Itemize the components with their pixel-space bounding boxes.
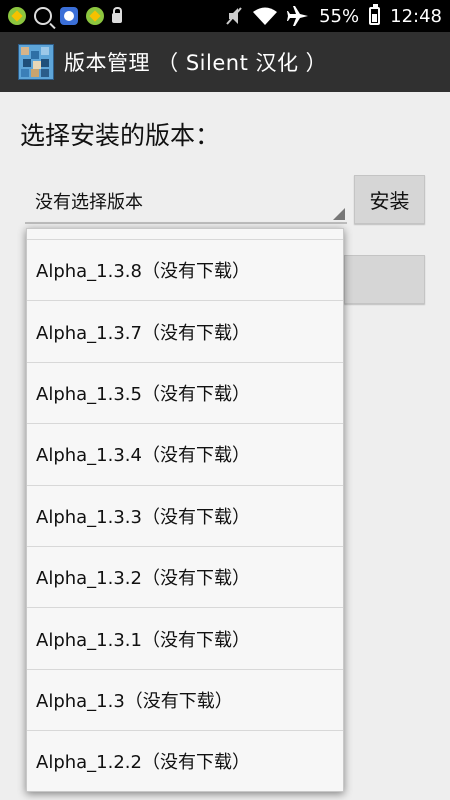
clock: 12:48	[390, 5, 442, 27]
version-dropdown-list[interactable]: Alpha_1.3.8（没有下载） Alpha_1.3.7（没有下载） Alph…	[26, 228, 344, 792]
search-icon	[34, 7, 52, 25]
list-item[interactable]: Alpha_1.3.2（没有下载）	[27, 547, 343, 609]
list-item-partial[interactable]	[27, 229, 343, 240]
notification-icons	[8, 5, 122, 27]
green-app-icon	[8, 7, 26, 25]
battery-icon	[369, 4, 381, 25]
wifi-icon	[253, 7, 278, 25]
install-button[interactable]: 安装	[354, 175, 425, 224]
list-item[interactable]: Alpha_1.3.3（没有下载）	[27, 486, 343, 547]
baidu-icon	[60, 7, 78, 25]
dropdown-arrow-icon	[333, 208, 345, 220]
system-icons: 55% 12:48	[225, 0, 442, 32]
list-item[interactable]: Alpha_1.3.8（没有下载）	[27, 240, 343, 302]
secondary-button[interactable]	[344, 255, 425, 304]
select-version-heading: 选择安装的版本：	[20, 121, 221, 150]
airplane-icon	[287, 6, 309, 26]
mute-icon	[225, 6, 243, 26]
list-item[interactable]: Alpha_1.3（没有下载）	[27, 670, 343, 732]
status-bar: 55% 12:48	[0, 0, 450, 32]
list-item[interactable]: Alpha_1.3.4（没有下载）	[27, 424, 343, 486]
list-item[interactable]: Alpha_1.2.2（没有下载）	[27, 731, 343, 791]
lock-icon	[112, 7, 122, 23]
battery-percent: 55%	[319, 5, 360, 27]
list-item[interactable]: Alpha_1.3.5（没有下载）	[27, 363, 343, 425]
spinner-selected-value: 没有选择版本	[35, 192, 143, 213]
version-spinner[interactable]: 没有选择版本	[25, 174, 347, 224]
app-logo-icon[interactable]	[18, 44, 54, 80]
page-title: 版本管理 （ Silent 汉化 ）	[64, 51, 328, 75]
list-item[interactable]: Alpha_1.3.7（没有下载）	[27, 301, 343, 363]
green-app-icon	[86, 7, 104, 25]
list-item[interactable]: Alpha_1.3.1（没有下载）	[27, 608, 343, 670]
action-bar: 版本管理 （ Silent 汉化 ）	[0, 32, 450, 92]
